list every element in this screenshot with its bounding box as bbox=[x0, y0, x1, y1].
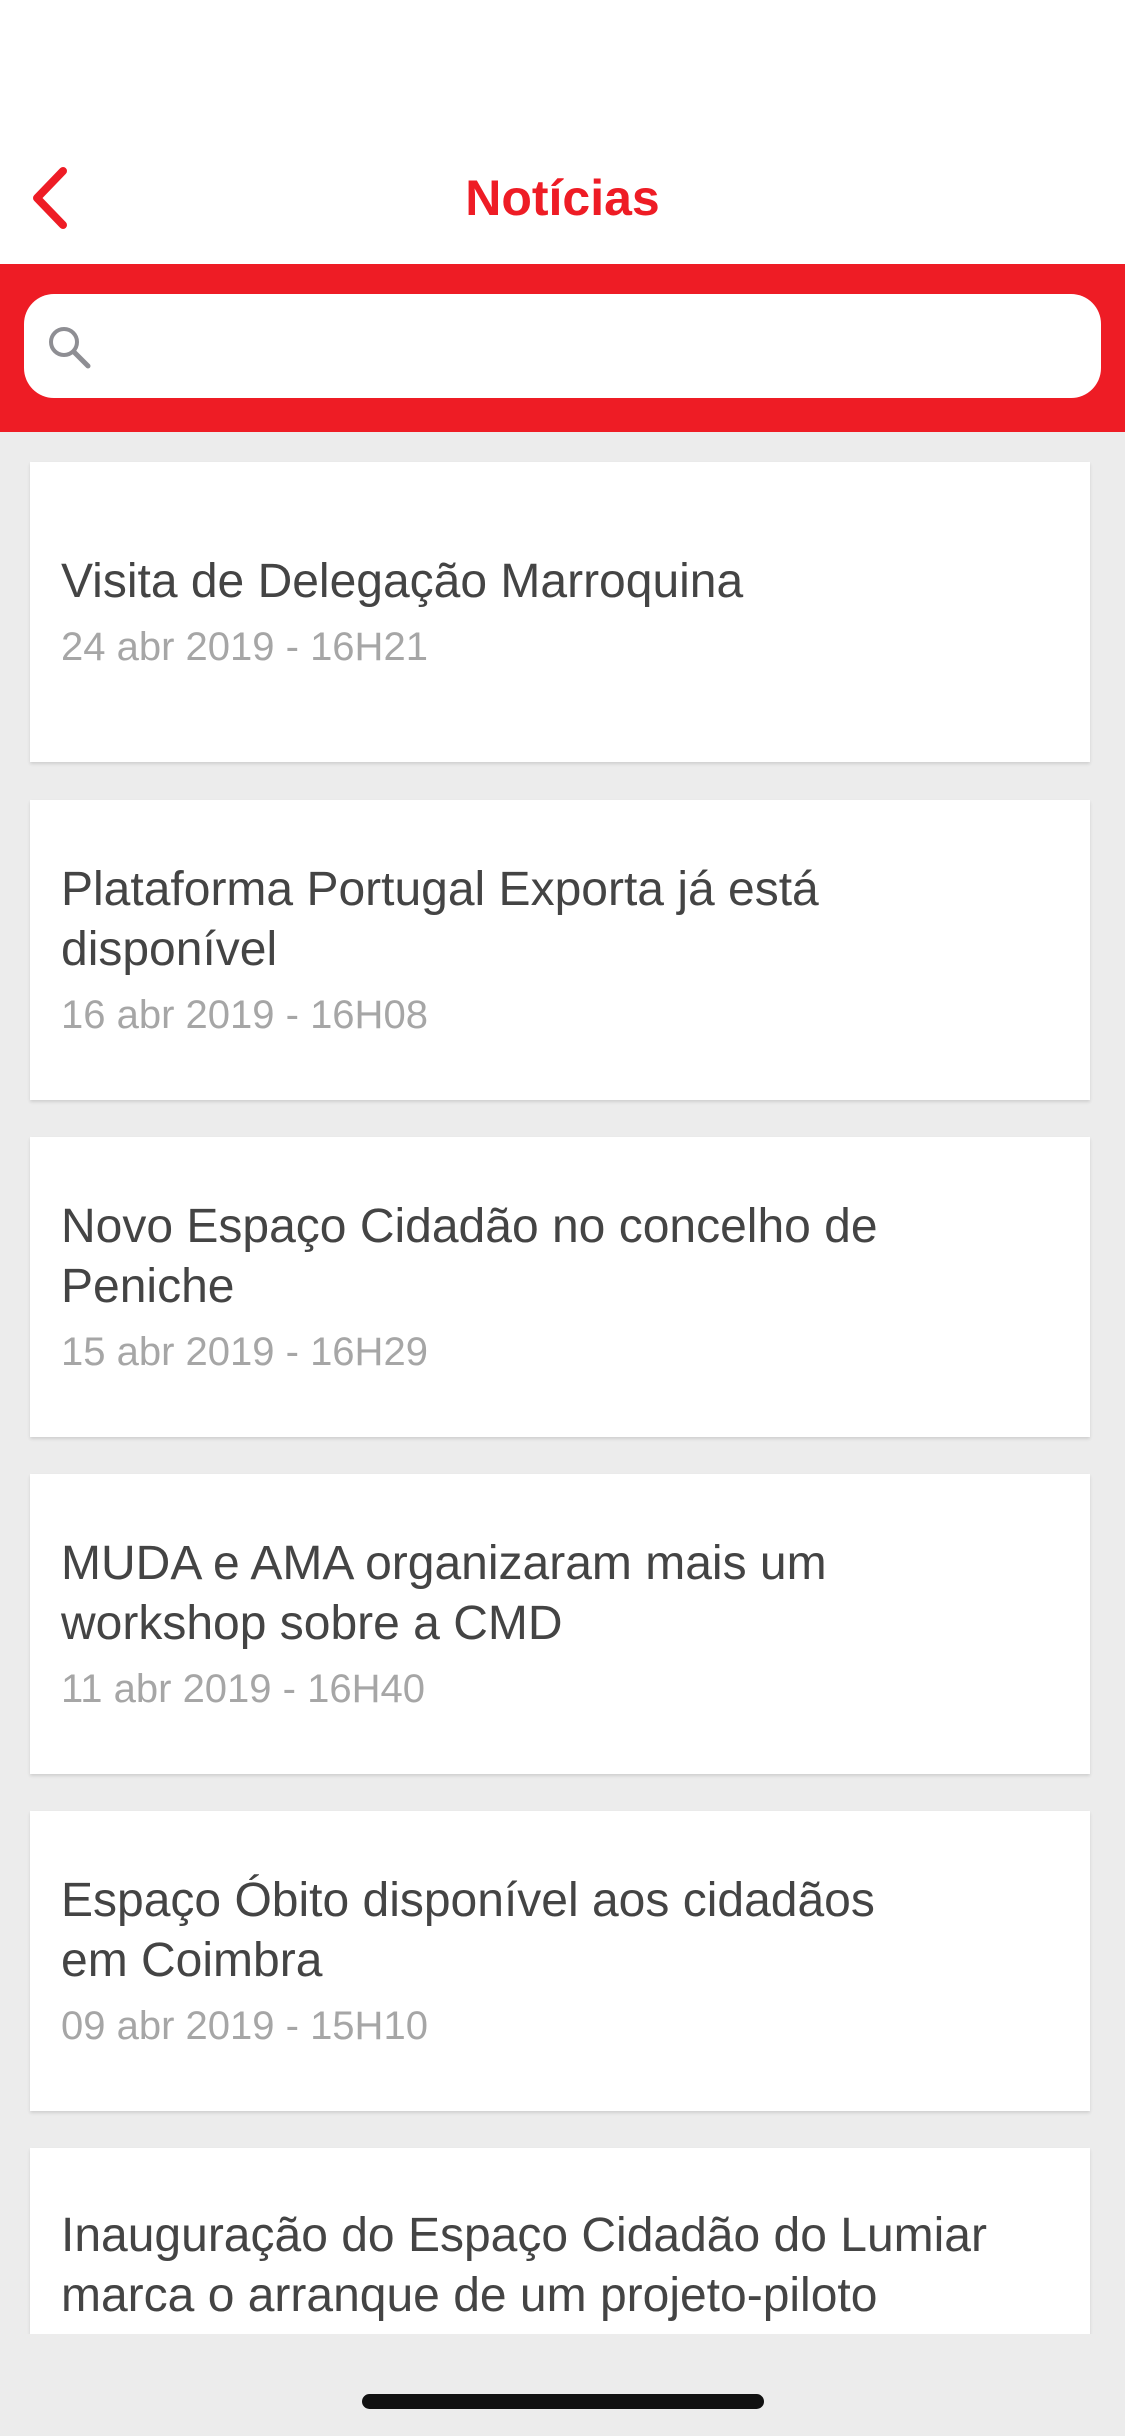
home-indicator bbox=[362, 2394, 764, 2409]
news-date: 24 abr 2019 - 16H21 bbox=[61, 625, 428, 669]
news-date: 11 abr 2019 - 16H40 bbox=[61, 1667, 425, 1711]
news-list: Visita de Delegação Marroquina 24 abr 20… bbox=[0, 432, 1125, 2334]
news-item[interactable]: Inauguração do Espaço Cidadão do Lumiar … bbox=[30, 2148, 1090, 2334]
news-date: 16 abr 2019 - 16H08 bbox=[61, 993, 428, 1037]
news-item[interactable]: Plataforma Portugal Exporta já está disp… bbox=[30, 800, 1090, 1100]
news-item[interactable]: MUDA e AMA organizaram mais um workshop … bbox=[30, 1474, 1090, 1774]
news-title: Visita de Delegação Marroquina bbox=[61, 555, 744, 608]
news-date: 09 abr 2019 - 15H10 bbox=[61, 2004, 428, 2048]
news-item[interactable]: Novo Espaço Cidadão no concelho de Penic… bbox=[30, 1137, 1090, 1437]
news-item[interactable]: Visita de Delegação Marroquina 24 abr 20… bbox=[30, 462, 1090, 762]
search-icon bbox=[49, 327, 91, 369]
news-title: MUDA e AMA organizaram mais um workshop … bbox=[61, 1537, 827, 1650]
search-field[interactable] bbox=[24, 294, 1101, 398]
news-title: Plataforma Portugal Exporta já está disp… bbox=[61, 863, 819, 976]
news-title: Inauguração do Espaço Cidadão do Lumiar … bbox=[61, 2209, 987, 2322]
news-title: Novo Espaço Cidadão no concelho de Penic… bbox=[61, 1200, 878, 1313]
search-input[interactable] bbox=[110, 294, 1080, 398]
news-date: 15 abr 2019 - 16H29 bbox=[61, 1330, 428, 1374]
navigation-bar: Notícias bbox=[0, 0, 1125, 264]
news-item[interactable]: Espaço Óbito disponível aos cidadãos em … bbox=[30, 1811, 1090, 2111]
search-bar bbox=[0, 264, 1125, 432]
page-title: Notícias bbox=[465, 170, 660, 226]
news-title: Espaço Óbito disponível aos cidadãos em … bbox=[61, 1874, 875, 1987]
